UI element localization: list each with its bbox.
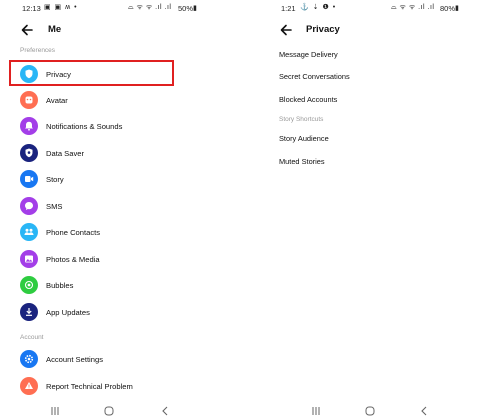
app-bar: Me bbox=[0, 18, 238, 42]
settings-item-label: Phone Contacts bbox=[46, 228, 101, 237]
system-nav-bar bbox=[249, 402, 477, 420]
settings-item-bubbles[interactable]: Bubbles bbox=[0, 274, 238, 296]
settings-item-label: Notifications & Sounds bbox=[46, 122, 123, 131]
page-title: Privacy bbox=[306, 24, 340, 35]
privacy-item-story-audience[interactable]: Story Audience bbox=[279, 134, 329, 143]
privacy-item-muted-stories[interactable]: Muted Stories bbox=[279, 157, 325, 166]
settings-item-label: Bubbles bbox=[46, 281, 74, 290]
settings-item-label: Story bbox=[46, 175, 64, 184]
battery-level: 50% bbox=[178, 4, 194, 13]
home-icon[interactable] bbox=[363, 405, 377, 417]
bell-icon bbox=[20, 117, 38, 135]
back-arrow-icon[interactable] bbox=[279, 23, 293, 37]
status-bar: 12:13 ▣ ▣ ʍ • ⌓ ᯤ ᯤ .ıl .ıl 50% ▮ bbox=[0, 0, 238, 16]
section-header-account: Account bbox=[20, 334, 44, 341]
battery-icon: ▮ bbox=[455, 5, 459, 12]
settings-item-story[interactable]: Story bbox=[0, 168, 238, 190]
download-icon bbox=[20, 303, 38, 321]
contacts-icon bbox=[20, 223, 38, 241]
bubbles-icon bbox=[20, 276, 38, 294]
gear-icon bbox=[20, 350, 38, 368]
status-time: 12:13 bbox=[22, 4, 41, 13]
home-icon[interactable] bbox=[102, 405, 116, 417]
recents-icon[interactable] bbox=[309, 405, 323, 417]
notification-icons: ▣ ▣ ʍ • bbox=[44, 4, 78, 11]
sms-icon bbox=[20, 197, 38, 215]
avatar-icon bbox=[20, 91, 38, 109]
privacy-item-blocked-accounts[interactable]: Blocked Accounts bbox=[279, 95, 337, 104]
signal-icons: ⌓ ᯤ ᯤ .ıl .ıl bbox=[128, 4, 172, 11]
battery-level: 80% bbox=[440, 4, 456, 13]
battery-icon: ▮ bbox=[193, 5, 197, 12]
settings-item-account-settings[interactable]: Account Settings bbox=[0, 348, 238, 370]
data-saver-icon bbox=[20, 144, 38, 162]
warning-icon bbox=[20, 377, 38, 395]
back-arrow-icon[interactable] bbox=[20, 23, 34, 37]
settings-item-label: Data Saver bbox=[46, 149, 84, 158]
settings-item-sms[interactable]: SMS bbox=[0, 195, 238, 217]
photo-icon bbox=[20, 250, 38, 268]
settings-item-label: SMS bbox=[46, 202, 63, 211]
settings-item-notifications-and-sounds[interactable]: Notifications & Sounds bbox=[0, 115, 238, 137]
section-header-story-shortcuts: Story Shortcuts bbox=[279, 116, 324, 123]
settings-item-data-saver[interactable]: Data Saver bbox=[0, 142, 238, 164]
settings-item-avatar[interactable]: Avatar bbox=[0, 89, 238, 111]
settings-item-label: App Updates bbox=[46, 308, 90, 317]
settings-item-app-updates[interactable]: App Updates bbox=[0, 301, 238, 323]
highlight-box bbox=[9, 60, 174, 86]
section-header-preferences: Preferences bbox=[20, 47, 56, 54]
app-bar: Privacy bbox=[249, 18, 477, 42]
settings-item-label: Account Settings bbox=[46, 355, 103, 364]
back-nav-icon[interactable] bbox=[417, 405, 431, 417]
left-phone-screen: 12:13 ▣ ▣ ʍ • ⌓ ᯤ ᯤ .ıl .ıl 50% ▮ Me Pre… bbox=[0, 0, 238, 420]
system-nav-bar bbox=[0, 402, 238, 420]
settings-item-photos-and-media[interactable]: Photos & Media bbox=[0, 248, 238, 270]
screen-divider bbox=[238, 0, 249, 420]
page-title: Me bbox=[48, 24, 62, 35]
story-icon bbox=[20, 170, 38, 188]
privacy-item-secret-conversations[interactable]: Secret Conversations bbox=[279, 72, 350, 81]
settings-item-phone-contacts[interactable]: Phone Contacts bbox=[0, 221, 238, 243]
settings-item-label: Report Technical Problem bbox=[46, 382, 133, 391]
privacy-item-message-delivery[interactable]: Message Delivery bbox=[279, 50, 338, 59]
status-time: 1:21 bbox=[281, 4, 296, 13]
right-phone-screen: 1:21 ⚓ ⇣ ❶ • ⌓ ᯤ ᯤ .ıl .ıl 80% ▮ Privacy… bbox=[249, 0, 477, 420]
settings-item-label: Photos & Media bbox=[46, 255, 100, 264]
settings-item-label: Avatar bbox=[46, 96, 68, 105]
recents-icon[interactable] bbox=[48, 405, 62, 417]
back-nav-icon[interactable] bbox=[158, 405, 172, 417]
notification-icons: ⚓ ⇣ ❶ • bbox=[300, 4, 337, 11]
signal-icons: ⌓ ᯤ ᯤ .ıl .ıl bbox=[391, 4, 435, 11]
settings-item-report-technical-problem[interactable]: Report Technical Problem bbox=[0, 375, 238, 397]
status-bar: 1:21 ⚓ ⇣ ❶ • ⌓ ᯤ ᯤ .ıl .ıl 80% ▮ bbox=[249, 0, 477, 16]
